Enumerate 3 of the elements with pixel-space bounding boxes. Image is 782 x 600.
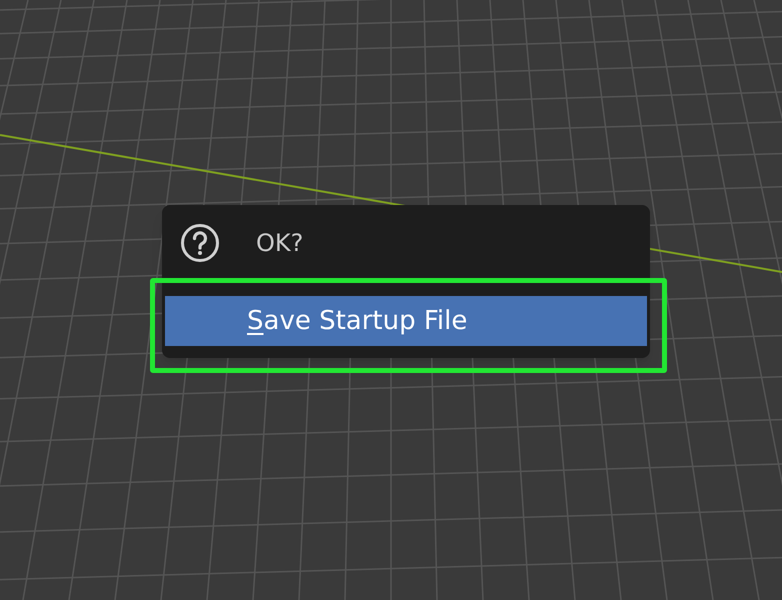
- menu-item[interactable]: Save Startup File: [165, 296, 647, 346]
- popup-title: OK?: [256, 228, 304, 258]
- help-icon: [180, 222, 220, 262]
